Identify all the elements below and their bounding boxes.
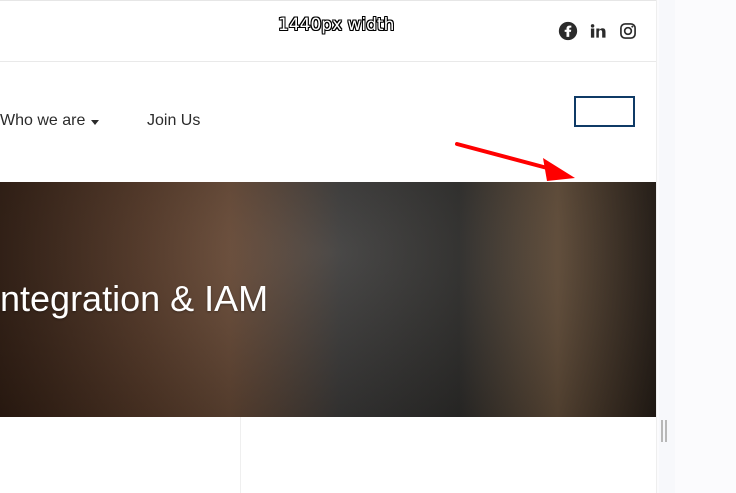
empty-bordered-button[interactable] [574,96,635,127]
top-bar: 1440px width [0,0,656,62]
viewport-resize-handle[interactable] [661,420,667,442]
page: 1440px width Who we are Join Us ntegrati… [0,0,656,493]
annotation-arrow-icon [455,142,575,181]
nav-item-who-we-are[interactable]: Who we are [0,112,100,130]
instagram-icon[interactable] [618,21,638,41]
nav-item-label: Who we are [0,112,86,129]
width-annotation-label: 1440px width [278,15,395,35]
linkedin-icon[interactable] [588,21,608,41]
social-links [558,21,638,41]
facebook-icon[interactable] [558,21,578,41]
hero-title: ntegration & IAM [0,278,269,319]
below-hero-area [0,417,656,493]
hero-banner: ntegration & IAM [0,182,656,417]
nav-item-join-us[interactable]: Join Us [147,112,200,130]
main-navigation: Who we are Join Us [0,62,656,182]
dropdown-caret-icon [91,119,100,125]
nav-item-label: Join Us [147,112,201,129]
vertical-divider [240,417,241,493]
viewport-gutter [656,0,736,493]
